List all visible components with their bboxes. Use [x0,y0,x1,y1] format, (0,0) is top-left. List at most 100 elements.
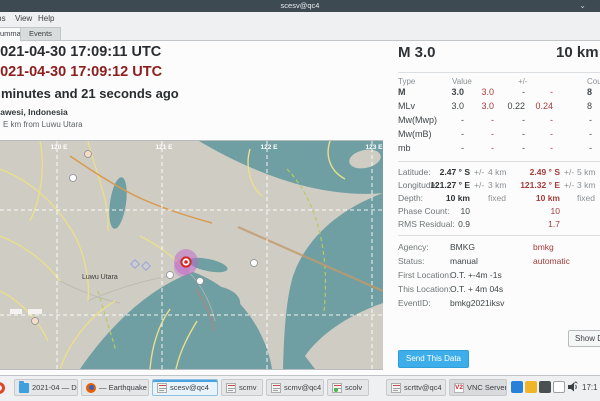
seiscomp-app-icon [157,382,167,393]
window-shade-icon[interactable]: ⌄ [579,0,586,12]
taskbar-button-scmv[interactable]: scmv [221,379,263,396]
magnitude-row: mb - - - - - [398,143,600,157]
meta-value: BMKG [450,242,476,252]
lon-label-121e: 121 E [156,144,174,151]
meta-value: O.T. +-4m -1s [450,270,502,280]
event-map[interactable]: 120 E 121 E 122 E 123 E Luwu Utara [0,140,383,370]
lon-label-122e: 122 E [261,144,279,151]
mag-value: - [461,129,464,139]
mag-err: - [522,115,525,125]
mag-value-auto: - [491,129,494,139]
taskbar-button-firefox[interactable]: — Earthquake ... [81,379,149,396]
mag-count: 8 [586,101,592,111]
lon-label-123e: 123 E [366,144,384,151]
divider [398,72,600,73]
col-header-value: Value [452,77,472,86]
mag-err-auto: - [550,143,553,153]
origin-value-auto: 10 [550,206,560,216]
magnitude-row: Mw(mB) - - - - - [398,129,600,143]
mag-count: - [589,129,592,139]
taskbar-button-file-manager[interactable]: 2021-04 — D... [14,379,78,396]
origin-err-auto: 3 km [577,180,596,190]
notification-circle-icon[interactable] [0,382,5,394]
taskbar-clock: 17:1 [582,383,598,392]
col-header-type: Type [398,77,416,86]
mag-count: - [589,115,592,125]
mag-value: - [461,143,464,153]
mag-value-auto: - [491,143,494,153]
magnitude-row: Mw(Mwp) - - - - - [398,115,600,129]
meta-value: manual [450,256,478,266]
seiscomp-app-icon [226,382,236,393]
tray-clipboard-icon[interactable] [553,381,565,393]
taskbar-button-label: scolv [345,382,363,392]
divider [398,161,600,162]
seiscomp-app-icon [391,382,401,393]
meta-label: This Location: [398,284,451,294]
show-details-button[interactable]: Show Details [568,330,600,347]
mag-value-auto: 3.0 [481,101,494,111]
origin-err-auto: 5 km [577,167,596,177]
mag-err: - [522,87,525,97]
taskbar-button-label: — Earthquake ... [99,382,148,392]
origin-value: 10 [460,206,470,216]
taskbar-button-label: scmv [239,382,257,392]
meta-row-eventid: EventID: bmkg2021iksv [398,298,600,312]
origin-time-automatic: 2021-04-30 17:09:12 UTC [0,64,163,80]
map-place-label: Luwu Utara [82,274,118,281]
mag-value: 3.0 [451,101,464,111]
tray-workspace-icon[interactable] [539,381,551,393]
vnc-icon: V2 [454,382,464,393]
origin-value-auto: 10 km [535,193,560,203]
col-header-count: Count [587,77,600,86]
tab-events[interactable]: Events [20,27,61,41]
taskbar-button-scesv[interactable]: scesv@qc4 [152,379,218,396]
tabbar: Summary Events [0,26,600,42]
taskbar-button-label: VNC Server [467,382,507,392]
origin-pm: +/- [474,167,485,177]
taskbar-button-label: scrttv@qc4 [404,382,442,392]
taskbar-button-scmv-qc4[interactable]: scmv@qc4 [266,379,324,396]
origin-value-auto: 1.7 [548,219,560,229]
meta-value-auto: bmkg [533,242,554,252]
taskbar-button-label: scmv@qc4 [284,382,322,392]
origin-err-auto: fixed [577,193,595,203]
origin-row-rms: RMS Residual: 0.9 1.7 [398,219,600,232]
magnitude-row: MLv 3.0 3.0 0.22 0.24 8 [398,101,600,115]
send-this-data-button[interactable]: Send This Data [398,350,469,368]
meta-label: First Location: [398,270,452,280]
menubar: Options View Help [0,12,600,26]
lon-label-120e: 120 E [51,144,69,151]
meta-row-status: Status: manual automatic [398,256,600,270]
mag-type: Mw(mB) [398,129,432,139]
tray-network-icon[interactable] [511,381,523,393]
mag-value: - [461,115,464,125]
seiscomp-app-icon-green [332,382,342,393]
menu-item-options[interactable]: Options [0,14,6,23]
taskbar-button-vnc-server[interactable]: V2 VNC Server [449,379,507,396]
origin-time-manual: 2021-04-30 17:09:11 UTC [0,44,162,60]
mag-type: Mw(Mwp) [398,115,437,125]
origin-row-phase-count: Phase Count: 10 10 [398,206,600,219]
origin-value-auto: 121.32 ° E [520,180,560,190]
mag-err-auto: - [550,129,553,139]
origin-value: 121.27 ° E [430,180,470,190]
taskbar-button-scolv[interactable]: scolv [327,379,369,396]
menu-item-view[interactable]: View [15,14,32,23]
window-titlebar[interactable]: scesv@qc4 ⌄ [0,0,600,12]
window-title: scesv@qc4 [280,1,320,10]
origin-pm-auto: +/- [564,180,575,190]
taskbar-button-scrttv[interactable]: scrttv@qc4 [386,379,446,396]
folder-icon [19,380,29,393]
meta-label: EventID: [398,298,431,308]
meta-value: O.T. + 4m 04s [450,284,504,294]
meta-value: bmkg2021iksv [450,298,505,308]
tray-notifier-icon[interactable] [525,381,537,393]
origin-row-longitude: Longitude: 121.27 ° E +/- 3 km 121.32 ° … [398,180,600,193]
taskbar: 2021-04 — D... — Earthquake ... scesv@qc… [0,375,600,401]
origin-value: 0.9 [458,219,470,229]
mag-value-auto: - [491,115,494,125]
menu-item-help[interactable]: Help [38,14,54,23]
origin-value-auto: 2.49 ° S [529,167,560,177]
tray-expand-icon[interactable]: ⌃ [572,380,580,391]
